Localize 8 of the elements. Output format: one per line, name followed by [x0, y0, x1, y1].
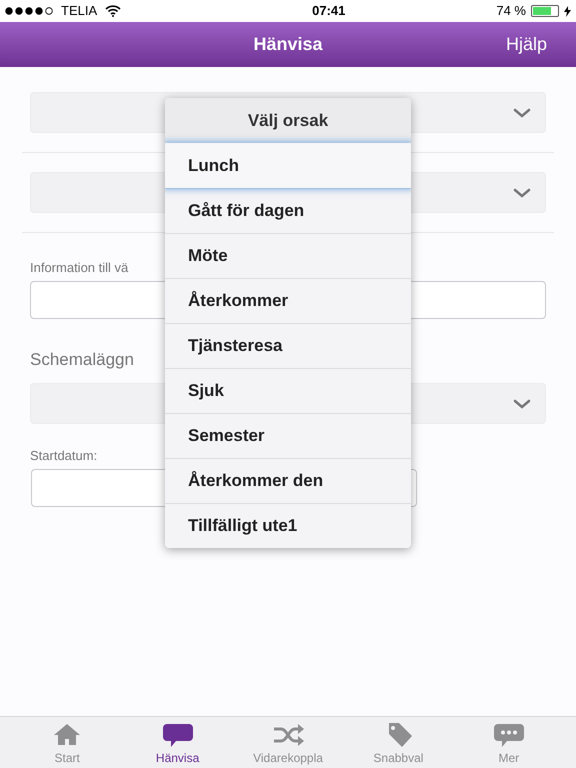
picker-title: Välj orsak — [248, 110, 328, 132]
battery-percent: 74 % — [496, 2, 526, 20]
clock: 07:41 — [312, 2, 346, 20]
navigation-title: Hänvisa — [253, 33, 323, 56]
field-label: Information till vä — [30, 260, 128, 275]
carrier-name: TELIA — [61, 2, 98, 20]
field-label: Startdatum: — [30, 448, 98, 463]
section-heading: Schemaläggn — [30, 350, 134, 369]
